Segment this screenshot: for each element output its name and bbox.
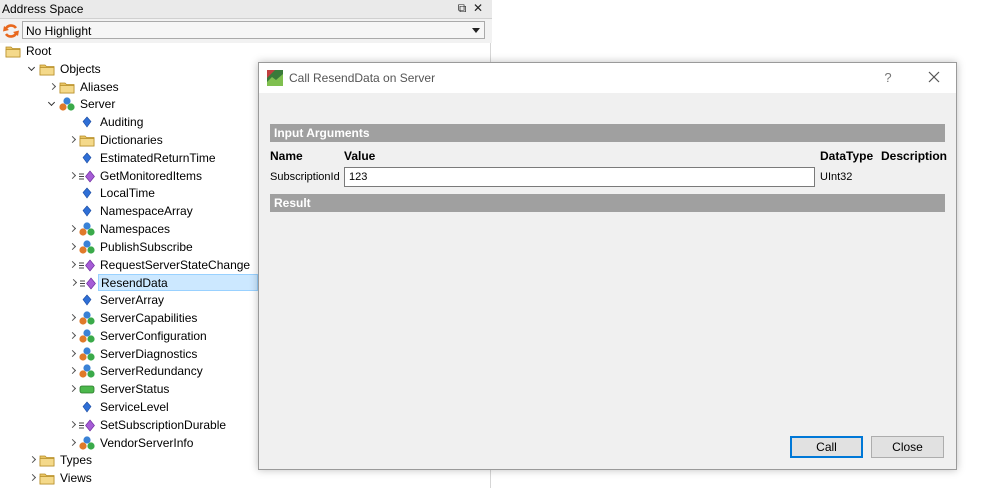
tree-item-label: ResendData [101,276,168,291]
chevron-right-icon[interactable] [68,435,78,452]
float-panel-icon[interactable]: ⧉ [455,1,469,15]
method-icon [78,168,96,185]
tree-item-label: Root [26,44,52,58]
chevron-right-icon[interactable] [68,381,78,398]
chevron-right-icon[interactable] [68,239,78,256]
panel-header: Address Space ⧉ ✕ [0,0,492,19]
folder-icon [38,61,56,78]
object-icon [78,328,96,345]
chevron-right-icon[interactable] [68,168,78,185]
call-method-dialog: Call ResendData on Server ? Input Argume… [258,62,957,470]
chevron-down-icon[interactable] [28,61,38,78]
object-icon [58,96,76,113]
variable-icon [78,203,96,220]
panel-title: Address Space [2,2,84,16]
object-icon [78,239,96,256]
value-column-header: Value [344,149,376,163]
tree-item-label: LocalTime [100,186,155,201]
input-arguments-header: Input Arguments [270,124,945,142]
chevron-right-icon[interactable] [68,132,78,149]
folder-icon [38,452,56,469]
chevron-right-icon[interactable] [68,221,78,238]
argument-name: SubscriptionId [270,171,340,183]
tree-item-label: VendorServerInfo [100,435,194,450]
tree-item-label: Auditing [100,115,144,130]
tree-item-label: Server [80,97,116,112]
dialog-title: Call ResendData on Server [289,71,436,85]
object-icon [78,346,96,363]
result-header: Result [270,194,945,212]
datatype-column-header: DataType [820,149,874,163]
chevron-right-icon[interactable] [69,275,79,292]
tree-item-label: Dictionaries [100,133,163,147]
description-column-header: Description [881,149,948,163]
tree-item-label: Namespaces [100,222,171,236]
help-button[interactable]: ? [881,70,895,85]
tree-item-label: ServiceLevel [100,400,169,414]
status-variable-icon [78,381,96,398]
object-icon [78,310,96,327]
app-icon [267,70,283,86]
folder-icon [78,132,96,149]
chevron-right-icon[interactable] [68,328,78,345]
chevron-right-icon[interactable] [48,79,58,96]
refresh-icon[interactable] [2,22,20,40]
object-icon [78,435,96,452]
close-dialog-icon[interactable] [925,68,943,86]
tree-item-label: ServerConfiguration [100,328,207,343]
chevron-right-icon[interactable] [68,257,78,274]
chevron-right-icon[interactable] [68,363,78,380]
variable-icon [78,185,96,202]
close-panel-icon[interactable]: ✕ [471,1,485,15]
tree-item-label: ServerCapabilities [100,311,198,325]
tree-item-label: Types [60,453,93,468]
tree-item-label: GetMonitoredItems [100,168,203,183]
chevron-down-icon [472,28,480,33]
tree-item-label: EstimatedReturnTime [100,150,216,165]
chevron-right-icon[interactable] [28,470,38,487]
object-icon [78,221,96,238]
dialog-titlebar: Call ResendData on Server ? [259,63,956,93]
method-icon [79,275,97,292]
method-icon [78,257,96,274]
tree-item-label: ServerStatus [100,382,170,397]
chevron-right-icon[interactable] [68,417,78,434]
tree-item-resenddata[interactable]: ResendData [80,274,258,292]
tree-item-label: ServerArray [100,293,165,308]
name-column-header: Name [270,149,303,163]
close-button[interactable]: Close [871,436,944,458]
tree-item-label: RequestServerStateChange [100,257,251,272]
chevron-right-icon[interactable] [68,310,78,327]
call-button[interactable]: Call [790,436,863,458]
method-icon [78,417,96,434]
tree-item-label: NamespaceArray [100,204,193,219]
tree-item-views[interactable]: Views [39,470,480,487]
folder-icon [4,43,22,60]
folder-icon [38,470,56,487]
tree-item-label: Aliases [80,79,119,94]
object-icon [78,363,96,380]
chevron-down-icon[interactable] [48,96,58,113]
folder-icon [58,79,76,96]
argument-datatype: UInt32 [820,171,853,183]
variable-icon [78,114,96,131]
tree-item-label: ServerDiagnostics [100,346,198,361]
variable-icon [78,399,96,416]
tree-item-root[interactable]: Root [5,43,480,60]
variable-icon [78,150,96,167]
variable-icon [78,292,96,309]
tree-item-label: PublishSubscribe [100,239,193,254]
tree-item-label: SetSubscriptionDurable [100,417,227,432]
subscription-id-input[interactable] [344,167,815,187]
chevron-right-icon[interactable] [28,452,38,469]
chevron-right-icon[interactable] [68,346,78,363]
highlight-select[interactable]: No Highlight [22,21,485,39]
tree-item-label: Views [60,471,92,486]
tree-item-label: Objects [60,61,101,76]
highlight-select-value: No Highlight [26,24,92,38]
tree-item-label: ServerRedundancy [100,364,203,379]
